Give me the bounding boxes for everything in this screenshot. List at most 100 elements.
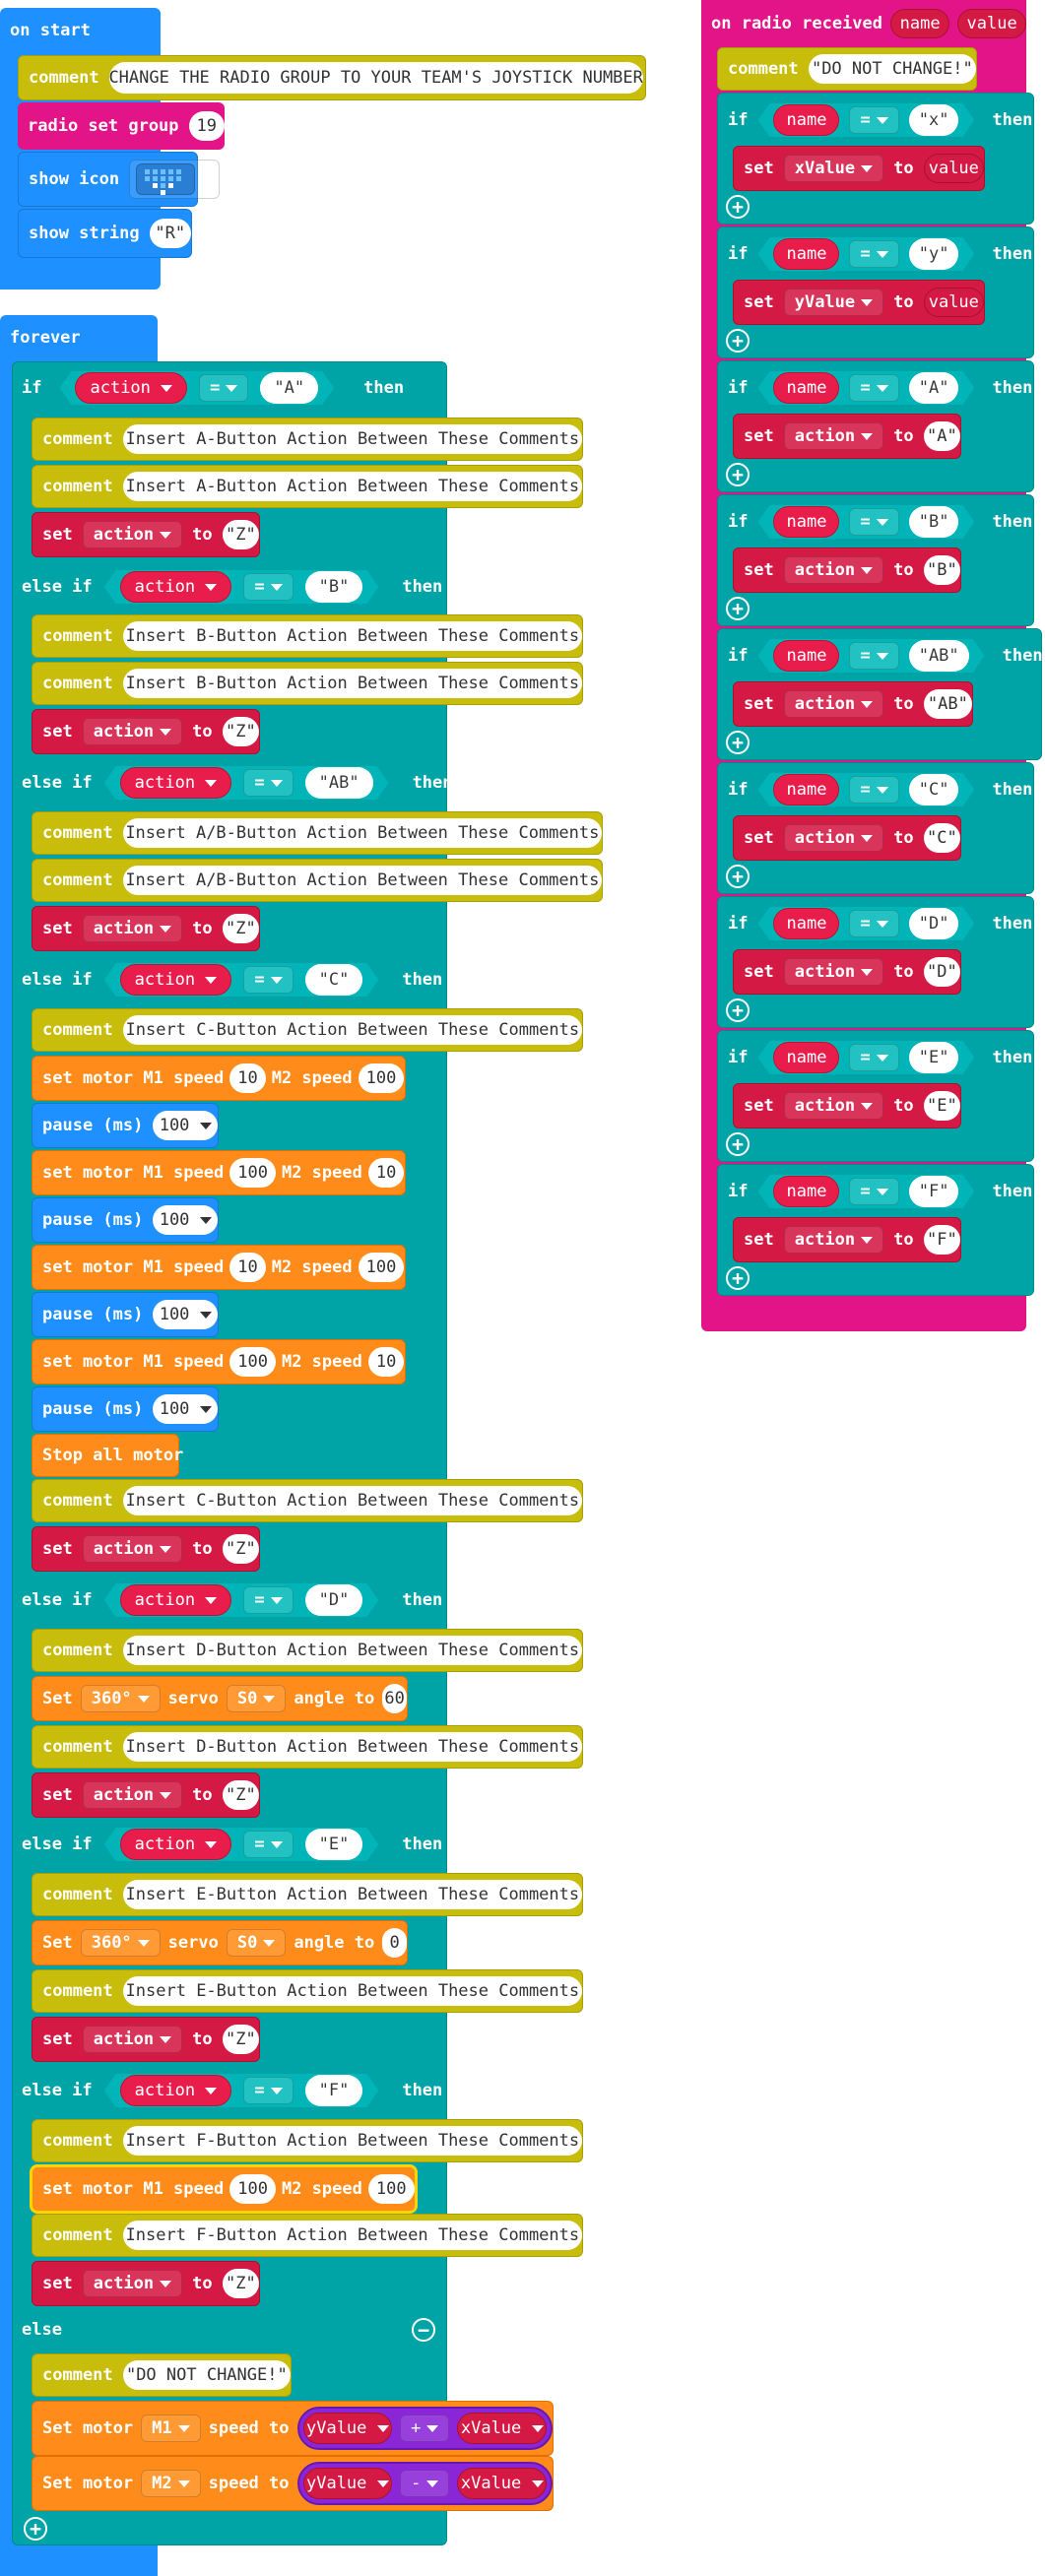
comment-block[interactable]: comment"Insert A/B-Button Action Between… (32, 859, 603, 902)
value-input[interactable]: " Z " (222, 1534, 259, 1564)
m1-speed-input[interactable]: 100 (229, 1158, 276, 1188)
comment-block[interactable]: comment"Insert A-Button Action Between T… (32, 465, 583, 508)
condition-f[interactable]: action = " F " (104, 2074, 379, 2107)
operator-dropdown[interactable]: = (849, 776, 898, 804)
xvalue-variable[interactable]: xValue (457, 2468, 547, 2499)
variable-dropdown[interactable]: xValue (783, 155, 884, 182)
add-branch-icon[interactable]: + (726, 195, 750, 219)
comment-text[interactable]: "Insert F-Button Action Between These Co… (122, 2221, 582, 2250)
radio-set-block[interactable]: set action to " E " (733, 1083, 961, 1128)
pause-block[interactable]: pause (ms) 100 (32, 1197, 219, 1243)
value-input[interactable]: " Z " (222, 717, 259, 746)
action-variable[interactable]: action (120, 1584, 232, 1616)
operator-dropdown[interactable]: = (849, 240, 898, 268)
add-branch-icon[interactable]: + (726, 731, 750, 754)
m2-speed-input[interactable]: 100 (367, 2174, 415, 2204)
remove-branch-icon[interactable]: − (454, 2079, 471, 2102)
name-variable[interactable]: name (773, 774, 839, 805)
comment-text[interactable]: "Insert E-Button Action Between These Co… (122, 1880, 582, 1909)
servo-type-dropdown[interactable]: 360° (80, 1929, 161, 1957)
variable-dropdown[interactable]: action (783, 556, 884, 584)
m1-speed-input[interactable]: 10 (229, 1253, 266, 1282)
add-branch-icon[interactable]: + (726, 1132, 750, 1156)
start-comment-block[interactable]: comment "CHANGE THE RADIO GROUP TO YOUR … (18, 55, 646, 100)
name-variable[interactable]: name (773, 1042, 839, 1073)
add-branch-icon[interactable]: + (726, 1266, 750, 1290)
stop-all-motor-block[interactable]: Stop all motor (32, 1434, 183, 1477)
radio-set-block[interactable]: set action to " AB " (733, 681, 973, 727)
radio-condition[interactable]: name = " A " (757, 371, 974, 405)
compare-value[interactable]: " B " (305, 571, 363, 603)
math-plus-expression[interactable]: yValue + xValue (296, 2407, 553, 2450)
add-branch-icon[interactable]: + (726, 865, 750, 888)
m1-speed-input[interactable]: 100 (229, 2174, 276, 2204)
comment-block[interactable]: comment"Insert B-Button Action Between T… (32, 662, 583, 705)
compare-value[interactable]: " E " (305, 1829, 363, 1860)
condition-c[interactable]: action = " C " (104, 963, 379, 997)
operator-dropdown[interactable]: = (199, 374, 248, 402)
comment-block[interactable]: comment"Insert D-Button Action Between T… (32, 1725, 583, 1769)
compare-value[interactable]: " F " (305, 2075, 363, 2106)
set-action-block[interactable]: set action to " Z " (32, 1772, 260, 1818)
comment-block[interactable]: comment"Insert B-Button Action Between T… (32, 614, 583, 658)
value-variable[interactable]: value (923, 154, 984, 183)
radio-condition[interactable]: name = " E " (757, 1041, 974, 1074)
servo-port-dropdown[interactable]: S0 (226, 1685, 287, 1712)
param-value[interactable]: value (957, 9, 1026, 38)
action-variable[interactable]: action (120, 767, 232, 799)
angle-input[interactable]: 60 (382, 1684, 407, 1713)
add-branch-icon[interactable]: + (726, 597, 750, 620)
compare-value[interactable]: " AB " (305, 767, 373, 799)
name-variable[interactable]: name (773, 238, 839, 270)
compare-value[interactable]: " F " (909, 1176, 959, 1207)
condition-b[interactable]: action = " B " (104, 570, 379, 604)
comment-text[interactable]: "Insert A/B-Button Action Between These … (122, 818, 602, 848)
radio-set-block[interactable]: set xValue to value (733, 146, 985, 191)
pause-input[interactable]: 100 (153, 1300, 218, 1329)
value-input[interactable]: " Z " (222, 2025, 259, 2054)
set-action-block[interactable]: set action to " Z " (32, 709, 260, 754)
pause-block[interactable]: pause (ms) 100 (32, 1386, 219, 1432)
operator-dropdown[interactable]: = (849, 1178, 898, 1205)
radio-set-block[interactable]: set action to " A " (733, 414, 961, 459)
set-motor-m1-block[interactable]: Set motor M1 speed to yValue + xValue (32, 2401, 554, 2456)
show-string-block[interactable]: show string " R " (18, 209, 192, 258)
variable-dropdown[interactable]: yValue (783, 289, 884, 316)
condition-ab[interactable]: action = " AB " (104, 766, 389, 800)
servo-port-dropdown[interactable]: S0 (226, 1929, 287, 1957)
set-action-block[interactable]: set action to " Z " (32, 1526, 260, 1572)
compare-value[interactable]: " D " (909, 908, 959, 939)
comment-block[interactable]: comment"Insert C-Button Action Between T… (32, 1479, 583, 1522)
radio-set-block[interactable]: set action to " C " (733, 815, 961, 861)
variable-dropdown[interactable]: action (82, 718, 183, 745)
variable-dropdown[interactable]: action (783, 1092, 884, 1120)
value-variable[interactable]: value (923, 288, 984, 317)
operator-dropdown[interactable]: = (243, 769, 293, 797)
variable-dropdown[interactable]: action (783, 824, 884, 852)
name-variable[interactable]: name (773, 1176, 839, 1207)
comment-block[interactable]: comment"Insert A-Button Action Between T… (32, 418, 583, 461)
remove-branch-icon[interactable]: − (454, 1588, 471, 1612)
set-motor-speed-block[interactable]: set motor M1 speed 100 M2 speed 10 (32, 1339, 406, 1385)
math-operator-dropdown[interactable]: + (400, 2415, 450, 2442)
radio-condition[interactable]: name = " x " (757, 103, 974, 137)
radio-set-group-block[interactable]: radio set group 19 (18, 102, 225, 150)
m1-speed-input[interactable]: 10 (229, 1063, 266, 1093)
pause-block[interactable]: pause (ms) 100 (32, 1103, 219, 1148)
action-variable[interactable]: action (120, 2075, 232, 2106)
math-minus-expression[interactable]: yValue - xValue (296, 2462, 553, 2505)
add-branch-icon[interactable]: + (726, 998, 750, 1022)
operator-dropdown[interactable]: = (849, 508, 898, 536)
action-variable[interactable]: action (120, 964, 232, 996)
radio-condition[interactable]: name = " B " (757, 505, 974, 539)
operator-dropdown[interactable]: = (243, 573, 293, 601)
operator-dropdown[interactable]: = (849, 106, 898, 134)
set-motor-speed-block[interactable]: set motor M1 speed 10 M2 speed 100 (32, 1056, 406, 1101)
comment-block[interactable]: comment"Insert C-Button Action Between T… (32, 1008, 583, 1052)
add-branch-icon[interactable]: + (726, 329, 750, 353)
operator-dropdown[interactable]: = (243, 1831, 293, 1858)
param-name[interactable]: name (890, 9, 950, 38)
compare-value[interactable]: " C " (305, 964, 363, 996)
operator-dropdown[interactable]: = (243, 2077, 293, 2104)
comment-text[interactable]: " DO NOT CHANGE! " (122, 2360, 291, 2390)
